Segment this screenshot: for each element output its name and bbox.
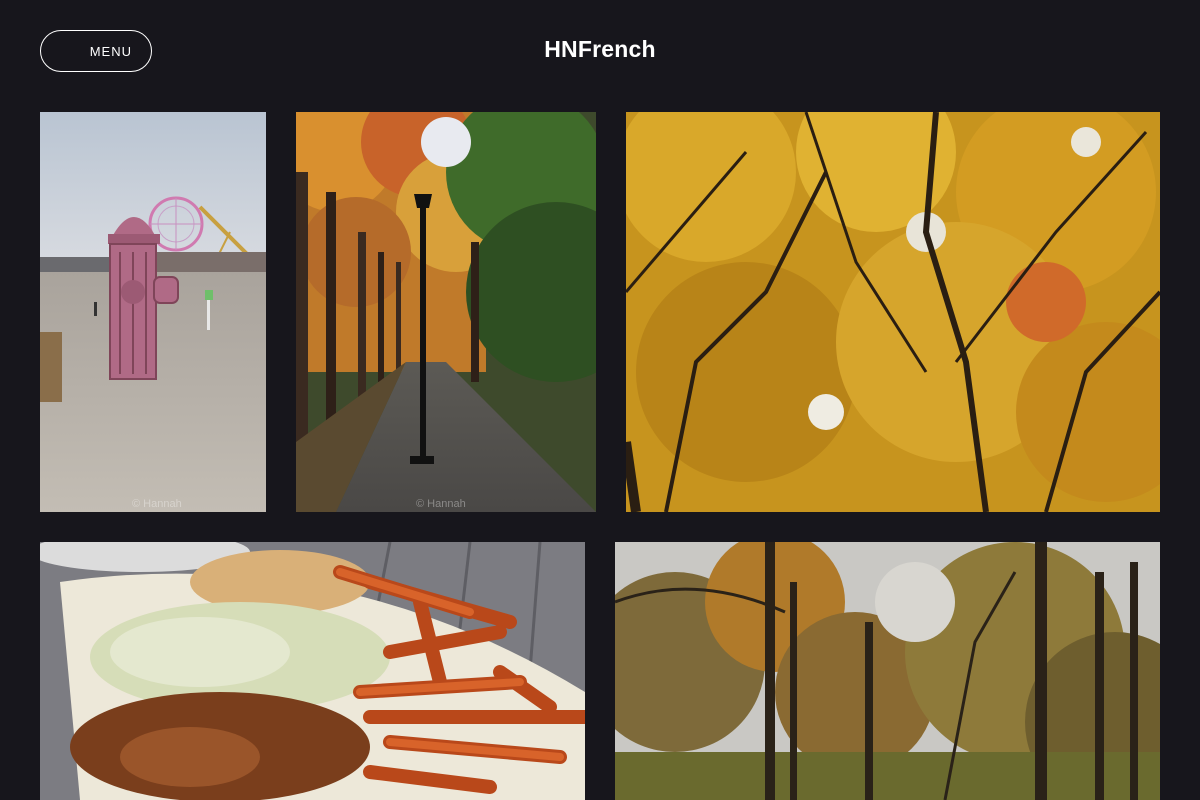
gallery-photo-autumn-forest[interactable]	[615, 542, 1160, 800]
beach-hydrant-image	[40, 112, 266, 512]
sandwich-fries-image	[40, 542, 585, 800]
photo-gallery: © Hannah © Hannah	[0, 0, 1200, 800]
gallery-photo-sandwich-fries[interactable]	[40, 542, 585, 800]
autumn-forest-image	[615, 542, 1160, 800]
gallery-photo-beach-hydrant[interactable]: © Hannah	[40, 112, 266, 512]
gallery-photo-yellow-canopy[interactable]	[626, 112, 1160, 512]
watermark: © Hannah	[132, 498, 182, 510]
yellow-canopy-image	[626, 112, 1160, 512]
gallery-photo-autumn-path[interactable]: © Hannah	[296, 112, 596, 512]
autumn-path-image	[296, 112, 596, 512]
watermark: © Hannah	[416, 498, 466, 510]
